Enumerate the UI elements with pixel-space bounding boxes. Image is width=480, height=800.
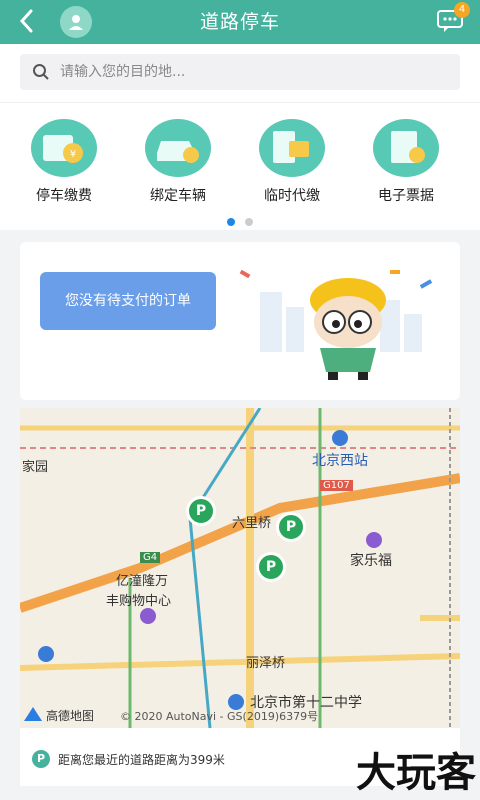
parking-marker-icon[interactable]: P (186, 496, 216, 526)
pager-dots (0, 211, 480, 230)
map-label: 北京西站 (312, 453, 368, 469)
pager-dot[interactable] (227, 218, 235, 226)
app-header: 道路停车 4 (0, 0, 480, 44)
watermark: 大玩客 (356, 749, 476, 796)
quick-action-temp-pay[interactable]: 临时代缴 (242, 119, 342, 205)
svg-text:¥: ¥ (70, 149, 76, 160)
highway-label: G4 (140, 552, 161, 563)
parking-p-icon: P (32, 750, 50, 768)
quick-actions: ¥ 停车缴费 绑定车辆 临时代缴 电子票据 (0, 102, 480, 230)
message-icon[interactable]: 4 (436, 2, 470, 33)
search-section: 请输入您的目的地... (0, 44, 480, 102)
station-icon (332, 430, 348, 446)
shop-icon (366, 532, 382, 548)
e-receipt-icon (373, 119, 439, 177)
quick-action-parking-pay[interactable]: ¥ 停车缴费 (14, 119, 114, 205)
quick-action-bind-car[interactable]: 绑定车辆 (128, 119, 228, 205)
pending-order-card: 您没有待支付的订单 (20, 242, 460, 400)
search-input[interactable]: 请输入您的目的地... (20, 54, 460, 90)
map-copyright: © 2020 AutoNavi - GS(2019)6379号 (120, 710, 319, 723)
map-brand-text: 高德地图 (46, 709, 95, 723)
building-icon (38, 646, 54, 662)
distance-text: 距离您最近的道路距离为399米 (58, 753, 225, 767)
quick-action-label: 临时代缴 (264, 188, 320, 204)
temp-pay-icon (259, 119, 325, 177)
amap-logo-icon (24, 707, 42, 724)
highway-label: G107 (320, 480, 353, 491)
map-label: 丽泽桥 (246, 656, 286, 671)
map-label: 家乐福 (350, 553, 392, 569)
bind-car-icon (145, 119, 211, 177)
quick-action-label: 停车缴费 (36, 188, 92, 204)
quick-action-label: 电子票据 (378, 188, 434, 204)
message-count-badge: 4 (454, 2, 470, 18)
search-icon (32, 63, 50, 85)
search-placeholder: 请输入您的目的地... (60, 64, 186, 80)
mall-icon (140, 608, 156, 624)
parking-map[interactable]: 家园 北京西站 G107 G4 六里桥 家乐福 亿潼隆万 丰购物中心 丽泽桥 北… (20, 408, 460, 728)
map-label: 丰购物中心 (106, 594, 172, 609)
quick-action-e-receipt[interactable]: 电子票据 (356, 119, 456, 205)
parking-marker-icon[interactable]: P (256, 552, 286, 582)
map-label: 亿潼隆万 (116, 574, 169, 589)
page-title: 道路停车 (199, 11, 280, 33)
map-brand: 高德地图 (24, 707, 94, 724)
quick-action-label: 绑定车辆 (150, 188, 206, 204)
map-label: 六里桥 (232, 516, 272, 531)
mascot-illustration (239, 269, 433, 380)
map-label: 家园 (22, 460, 49, 475)
empty-order-message: 您没有待支付的订单 (40, 272, 216, 330)
parking-pay-icon: ¥ (31, 119, 97, 177)
pager-dot[interactable] (245, 218, 253, 226)
map-roads (20, 408, 460, 728)
parking-marker-icon[interactable]: P (276, 512, 306, 542)
